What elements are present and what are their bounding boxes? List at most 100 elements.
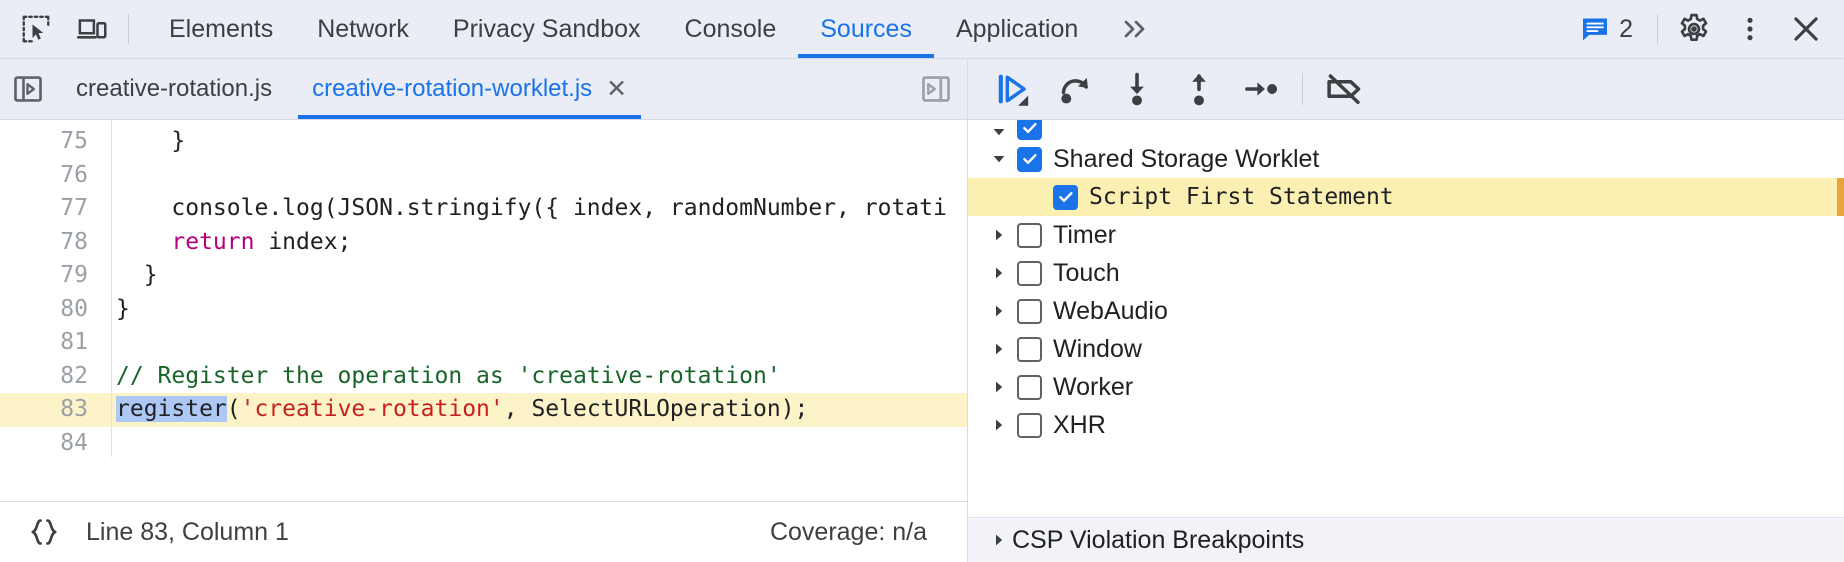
show-debugger-sidebar-icon[interactable] (905, 59, 967, 119)
line-number[interactable]: 78 (0, 226, 104, 260)
toolbar-divider (128, 14, 129, 44)
resume-script-execution-button[interactable] (982, 60, 1044, 118)
breakpoint-row[interactable] (968, 120, 1844, 140)
breakpoint-row[interactable]: Shared Storage Worklet (968, 140, 1844, 178)
breakpoint-checkbox[interactable] (1017, 413, 1042, 438)
source-editor-pane: 75 }7677 console.log(JSON.stringify({ in… (0, 120, 968, 562)
chevron-down-icon[interactable] (986, 124, 1012, 140)
issues-button[interactable]: 2 (1564, 0, 1649, 58)
chevron-right-icon[interactable] (986, 265, 1012, 281)
code-token: , SelectURLOperation); (504, 396, 809, 422)
inspect-element-icon[interactable] (8, 0, 64, 58)
tab-console[interactable]: Console (663, 0, 799, 58)
breakpoint-row[interactable]: Worker (968, 368, 1844, 406)
cursor-position: Line 83, Column 1 (86, 518, 289, 547)
breakpoint-checkbox[interactable] (1017, 261, 1042, 286)
code-line[interactable]: 80} (0, 293, 967, 327)
tab-label: Privacy Sandbox (453, 15, 641, 44)
code-line[interactable]: 84 (0, 427, 967, 461)
code-line[interactable]: 81 (0, 326, 967, 360)
line-number[interactable]: 83 (0, 393, 104, 427)
deactivate-breakpoints-button[interactable] (1313, 60, 1375, 118)
breakpoint-row[interactable]: Touch (968, 254, 1844, 292)
breakpoint-row[interactable]: WebAudio (968, 292, 1844, 330)
step-over-button[interactable] (1044, 60, 1106, 118)
code-line-text: console.log(JSON.stringify({ index, rand… (104, 192, 947, 226)
step-button[interactable] (1230, 60, 1292, 118)
line-number[interactable]: 79 (0, 259, 104, 293)
code-line[interactable]: 83register('creative-rotation', SelectUR… (0, 393, 967, 427)
gear-icon[interactable] (1666, 0, 1722, 58)
breakpoint-checkbox[interactable] (1017, 337, 1042, 362)
tab-application[interactable]: Application (934, 0, 1100, 58)
code-editor[interactable]: 75 }7677 console.log(JSON.stringify({ in… (0, 120, 967, 501)
three-dot-menu-icon[interactable] (1722, 0, 1778, 58)
close-icon[interactable] (1778, 0, 1834, 58)
breakpoint-checkbox[interactable] (1017, 375, 1042, 400)
breakpoint-row[interactable]: Timer (968, 216, 1844, 254)
chevron-right-icon[interactable] (986, 341, 1012, 357)
tab-sources[interactable]: Sources (798, 0, 934, 58)
line-number[interactable]: 80 (0, 293, 104, 327)
code-line-text: } (104, 293, 130, 327)
code-token: index; (254, 229, 351, 255)
chevron-right-icon[interactable] (986, 417, 1012, 433)
code-line-text: } (104, 259, 158, 293)
step-out-button[interactable] (1168, 60, 1230, 118)
chevron-right-icon[interactable] (986, 227, 1012, 243)
tab-network[interactable]: Network (295, 0, 431, 58)
code-line[interactable]: 82 // Register the operation as 'creative… (0, 360, 967, 394)
code-line[interactable]: 78 return index; (0, 226, 967, 260)
breakpoints-list[interactable]: Shared Storage Worklet Script First State… (968, 120, 1844, 517)
breakpoint-checkbox[interactable] (1017, 147, 1042, 172)
pretty-print-button[interactable] (24, 516, 64, 548)
file-tab-creative-rotation-worklet[interactable]: creative-rotation-worklet.js ✕ (292, 59, 647, 119)
file-tab-creative-rotation[interactable]: creative-rotation.js (56, 59, 292, 119)
line-number[interactable]: 81 (0, 326, 104, 360)
chevron-right-icon[interactable] (986, 379, 1012, 395)
tab-privacy-sandbox[interactable]: Privacy Sandbox (431, 0, 663, 58)
chevron-down-icon[interactable] (986, 151, 1012, 167)
device-toolbar-icon[interactable] (64, 0, 120, 58)
tab-label: Console (685, 15, 777, 44)
code-token: } (116, 128, 185, 154)
chevron-right-icon[interactable] (986, 532, 1012, 548)
toolbar-right-actions: 2 (1564, 0, 1844, 58)
line-number[interactable]: 75 (0, 125, 104, 159)
show-navigator-icon[interactable] (0, 59, 56, 119)
breakpoint-label: Shared Storage Worklet (1053, 145, 1319, 174)
toolbar-divider (1657, 14, 1658, 44)
code-token: // Register the operation as 'creative-r… (116, 363, 781, 389)
coverage-status: Coverage: n/a (770, 518, 943, 547)
devtools-window: Elements Network Privacy Sandbox Console… (0, 0, 1844, 562)
line-number[interactable]: 77 (0, 192, 104, 226)
code-line[interactable]: 77 console.log(JSON.stringify({ index, r… (0, 192, 967, 226)
main-body: 75 }7677 console.log(JSON.stringify({ in… (0, 120, 1844, 562)
editor-status-bar: Line 83, Column 1 Coverage: n/a (0, 501, 967, 562)
line-number[interactable]: 76 (0, 159, 104, 193)
code-line-text: } (104, 125, 185, 159)
code-line[interactable]: 75 } (0, 125, 967, 159)
breakpoint-checkbox[interactable] (1053, 185, 1078, 210)
more-tabs-button[interactable] (1100, 0, 1170, 58)
close-icon[interactable]: ✕ (606, 77, 627, 102)
breakpoint-label: Timer (1053, 221, 1116, 250)
step-into-button[interactable] (1106, 60, 1168, 118)
tab-elements[interactable]: Elements (147, 0, 295, 58)
breakpoint-checkbox[interactable] (1017, 299, 1042, 324)
csp-violation-breakpoints-section[interactable]: CSP Violation Breakpoints (968, 517, 1844, 562)
code-line[interactable]: 76 (0, 159, 967, 193)
line-number[interactable]: 82 (0, 360, 104, 394)
breakpoint-checkbox[interactable] (1017, 223, 1042, 248)
chevron-right-icon[interactable] (986, 303, 1012, 319)
breakpoint-row[interactable]: Window (968, 330, 1844, 368)
editor-tab-strip: creative-rotation.js creative-rotation-w… (0, 59, 968, 119)
panel-tabs: Elements Network Privacy Sandbox Console… (147, 0, 1100, 58)
code-line[interactable]: 79 } (0, 259, 967, 293)
breakpoint-row[interactable]: Script First Statement (968, 178, 1844, 216)
code-line-text: // Register the operation as 'creative-r… (104, 360, 781, 394)
code-line-text: return index; (104, 226, 351, 260)
breakpoint-row[interactable]: XHR (968, 406, 1844, 444)
line-number[interactable]: 84 (0, 427, 104, 461)
breakpoint-checkbox[interactable] (1017, 120, 1042, 140)
